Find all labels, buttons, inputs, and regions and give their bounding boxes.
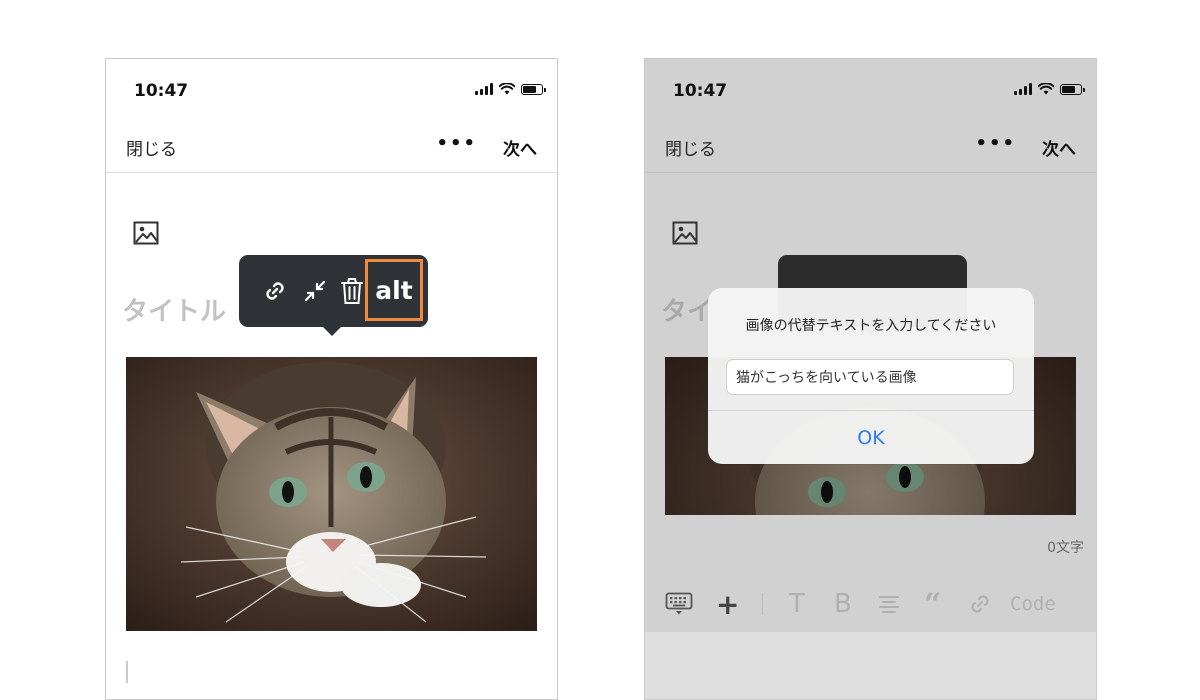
toolbar-separator xyxy=(762,593,763,615)
more-menu-button[interactable]: ••• xyxy=(975,133,1016,154)
code-button[interactable]: Code xyxy=(1010,593,1056,615)
title-input-placeholder[interactable]: タイ xyxy=(661,291,713,328)
alt-text-input[interactable] xyxy=(726,359,1014,395)
close-button[interactable]: 閉じる xyxy=(126,135,177,160)
image-insert-icon[interactable] xyxy=(133,221,159,245)
trash-icon[interactable] xyxy=(337,255,367,327)
text-format-button[interactable]: T xyxy=(789,589,805,619)
nav-divider xyxy=(645,172,1096,173)
keyboard-icon[interactable] xyxy=(665,592,693,616)
link-icon[interactable] xyxy=(967,591,993,617)
next-button[interactable]: 次へ xyxy=(1042,135,1076,160)
more-menu-button[interactable]: ••• xyxy=(436,133,477,154)
cat-photo[interactable] xyxy=(126,357,537,631)
quote-button[interactable]: “ xyxy=(924,587,941,622)
battery-icon xyxy=(521,83,546,95)
status-icons xyxy=(1014,83,1085,95)
dialog-title: 画像の代替テキストを入力してください xyxy=(745,318,997,334)
alt-text-button[interactable]: alt xyxy=(365,259,423,321)
align-icon[interactable] xyxy=(878,594,900,614)
word-count-bar xyxy=(645,516,1096,576)
keyboard-toolbar: + T B “ Code xyxy=(645,576,1096,632)
image-toolbar: alt xyxy=(239,255,428,336)
nav-divider xyxy=(106,172,557,173)
keyboard-area xyxy=(645,632,1096,699)
alt-text-dialog: 画像の代替テキストを入力してください OK xyxy=(708,288,1034,464)
battery-icon xyxy=(1060,83,1085,95)
status-time: 10:47 xyxy=(673,81,728,101)
status-icons xyxy=(475,83,546,95)
bold-button[interactable]: B xyxy=(834,589,852,619)
next-button[interactable]: 次へ xyxy=(503,135,537,160)
phone-screen-editor: 10:47 閉じる ••• 次へ タイトル alt xyxy=(105,58,558,700)
shrink-icon[interactable] xyxy=(299,255,331,327)
ok-button[interactable]: OK xyxy=(708,411,1034,464)
wifi-icon xyxy=(499,83,515,95)
close-button[interactable]: 閉じる xyxy=(665,135,716,160)
word-count: 0文字 xyxy=(1047,540,1084,556)
image-insert-icon[interactable] xyxy=(672,221,698,245)
signal-icon xyxy=(1014,83,1032,95)
title-input-placeholder[interactable]: タイトル xyxy=(122,291,226,328)
plus-icon[interactable]: + xyxy=(716,588,739,621)
wifi-icon xyxy=(1038,83,1054,95)
phone-screen-alt-dialog: 10:47 閉じる ••• 次へ タイ 0文字 + T B “ Code 画像の… xyxy=(644,58,1097,700)
link-icon[interactable] xyxy=(257,255,293,327)
status-time: 10:47 xyxy=(134,81,189,101)
text-cursor xyxy=(126,661,128,683)
signal-icon xyxy=(475,83,493,95)
